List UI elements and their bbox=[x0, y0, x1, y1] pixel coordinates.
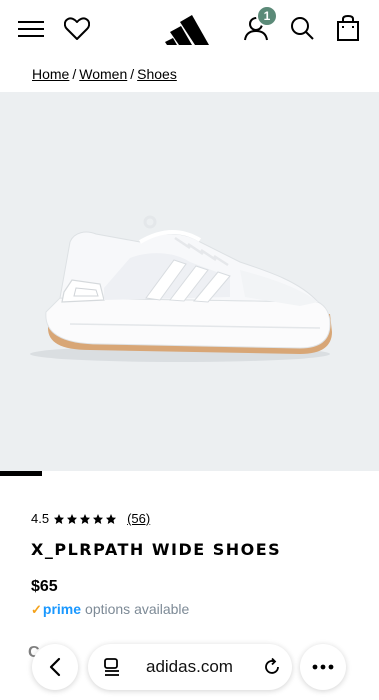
prime-check-icon: ✓ bbox=[31, 602, 42, 617]
address-bar[interactable]: adidas.com bbox=[88, 644, 292, 690]
prime-options-text: options available bbox=[85, 601, 190, 617]
star-icon bbox=[67, 513, 78, 524]
breadcrumb-women[interactable]: Women bbox=[79, 66, 127, 82]
product-price: $65 bbox=[31, 578, 58, 595]
breadcrumb-shoes[interactable]: Shoes bbox=[137, 66, 177, 82]
shoe-image bbox=[30, 215, 332, 362]
adidas-logo[interactable] bbox=[164, 10, 216, 46]
wishlist-button[interactable] bbox=[62, 14, 92, 44]
adidas-logo-icon bbox=[165, 15, 209, 45]
review-count-link[interactable]: (56) bbox=[127, 511, 150, 526]
product-rating[interactable]: 4.5 (56) bbox=[31, 511, 150, 526]
carousel-active-segment bbox=[0, 471, 42, 476]
product-title: X_PLRPATH WIDE SHOES bbox=[31, 540, 282, 559]
hamburger-menu-icon bbox=[18, 21, 44, 37]
url-text: adidas.com bbox=[146, 657, 233, 676]
breadcrumb-separator: / bbox=[72, 66, 77, 82]
prime-logo: ✓ prime bbox=[31, 601, 81, 618]
rating-stars bbox=[53, 513, 117, 525]
breadcrumb: Home / Women / Shoes bbox=[32, 66, 177, 82]
star-icon bbox=[54, 513, 65, 524]
shopping-bag-icon bbox=[337, 15, 359, 41]
menu-button[interactable] bbox=[16, 14, 46, 44]
image-carousel-indicator bbox=[0, 471, 379, 476]
star-icon bbox=[93, 513, 104, 524]
browser-toolbar: adidas.com bbox=[0, 636, 379, 700]
bag-button[interactable] bbox=[333, 12, 363, 44]
chevron-left-icon bbox=[49, 657, 61, 677]
reload-icon[interactable] bbox=[262, 657, 282, 677]
site-header: 1 bbox=[0, 0, 379, 58]
prime-availability[interactable]: ✓ prime options available bbox=[31, 601, 189, 618]
back-button[interactable] bbox=[32, 644, 78, 690]
star-icon bbox=[106, 513, 117, 524]
prime-label: prime bbox=[42, 601, 82, 617]
breadcrumb-home[interactable]: Home bbox=[32, 66, 69, 82]
heart-icon bbox=[64, 17, 90, 40]
breadcrumb-separator: / bbox=[130, 66, 135, 82]
more-options-button[interactable] bbox=[300, 644, 346, 690]
search-button[interactable] bbox=[286, 12, 318, 44]
search-icon bbox=[291, 17, 314, 40]
tabs-icon[interactable] bbox=[102, 657, 122, 677]
account-badge: 1 bbox=[256, 5, 278, 27]
more-dots-icon bbox=[312, 664, 334, 670]
product-image[interactable] bbox=[0, 92, 379, 471]
star-icon bbox=[80, 513, 91, 524]
rating-value: 4.5 bbox=[31, 511, 50, 526]
